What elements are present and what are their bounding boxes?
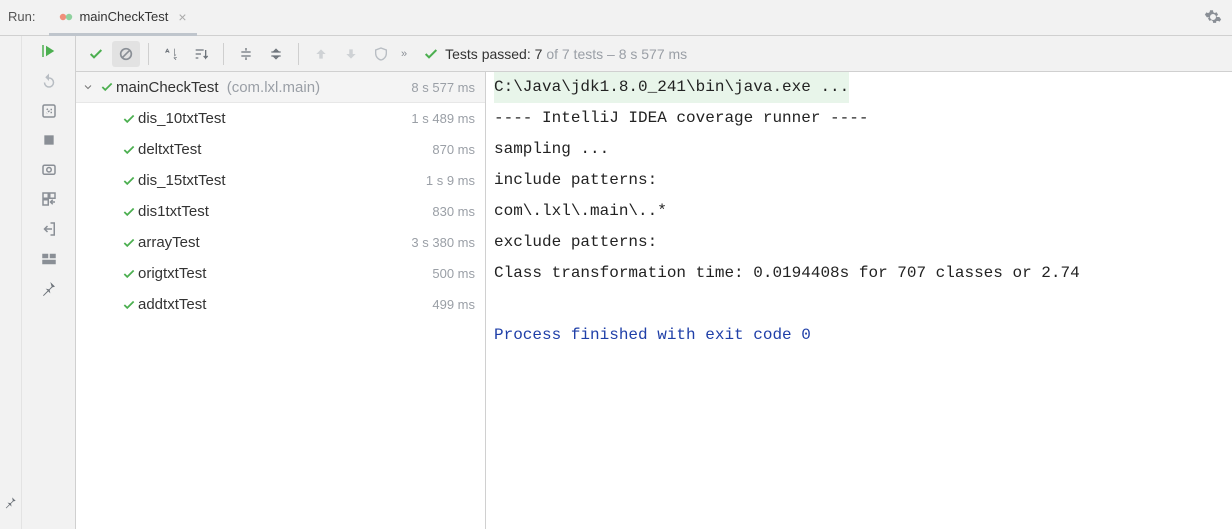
- check-icon: [120, 298, 138, 312]
- close-icon[interactable]: ×: [178, 9, 186, 25]
- gear-icon[interactable]: [1204, 8, 1222, 26]
- exit-icon[interactable]: [40, 220, 58, 238]
- check-icon: [120, 174, 138, 188]
- run-config-icon: [59, 10, 73, 24]
- run-titlebar: Run: mainCheckTest ×: [0, 0, 1232, 36]
- restore-layout-icon[interactable]: [40, 190, 58, 208]
- console-line: include patterns:: [494, 171, 657, 189]
- console-line: com\.lxl\.main\..*: [494, 202, 667, 220]
- test-name: dis_15txtTest: [138, 172, 426, 189]
- test-time: 870 ms: [432, 142, 475, 157]
- test-name: addtxtTest: [138, 296, 432, 313]
- test-time: 3 s 380 ms: [411, 235, 475, 250]
- console-output[interactable]: C:\Java\jdk1.8.0_241\bin\java.exe ... --…: [486, 72, 1232, 529]
- test-tree[interactable]: mainCheckTest (com.lxl.main) 8 s 577 ms …: [76, 72, 486, 529]
- rerun-failed-icon[interactable]: [40, 72, 58, 90]
- layout-icon[interactable]: [40, 250, 58, 268]
- test-name: arrayTest: [138, 234, 411, 251]
- sort-duration-icon[interactable]: [187, 41, 215, 67]
- prev-failed-icon[interactable]: [307, 41, 335, 67]
- test-time: 1 s 489 ms: [411, 111, 475, 126]
- root-time: 8 s 577 ms: [411, 80, 475, 95]
- run-label: Run:: [8, 0, 35, 24]
- tree-test-row[interactable]: dis1txtTest 830 ms: [76, 196, 485, 227]
- console-line: sampling ...: [494, 140, 609, 158]
- console-command: C:\Java\jdk1.8.0_241\bin\java.exe ...: [494, 72, 849, 103]
- test-toolbar: » Tests passed: 7 of 7 tests – 8 s 577 m…: [76, 36, 1232, 72]
- run-tab[interactable]: mainCheckTest ×: [49, 0, 196, 36]
- check-icon: [120, 143, 138, 157]
- content-column: » Tests passed: 7 of 7 tests – 8 s 577 m…: [76, 36, 1232, 529]
- root-test-name: mainCheckTest: [116, 79, 219, 96]
- pin-icon[interactable]: [4, 495, 18, 509]
- console-line: exclude patterns:: [494, 233, 657, 251]
- tree-test-row[interactable]: addtxtTest 499 ms: [76, 289, 485, 320]
- pin-icon[interactable]: [41, 280, 57, 296]
- stop-icon[interactable]: [41, 132, 57, 148]
- console-exit-line: Process finished with exit code 0: [494, 326, 811, 344]
- test-time: 830 ms: [432, 204, 475, 219]
- results-body: mainCheckTest (com.lxl.main) 8 s 577 ms …: [76, 72, 1232, 529]
- total-duration: 8 s 577 ms: [619, 46, 687, 62]
- test-time: 499 ms: [432, 297, 475, 312]
- test-name: deltxtTest: [138, 141, 432, 158]
- sort-alpha-icon[interactable]: [157, 41, 185, 67]
- console-line: Class transformation time: 0.0194408s fo…: [494, 264, 1080, 282]
- test-name: origtxtTest: [138, 265, 432, 282]
- root-package: (com.lxl.main): [227, 79, 320, 96]
- expand-all-icon[interactable]: [232, 41, 260, 67]
- check-icon: [423, 46, 439, 62]
- toggle-auto-test-icon[interactable]: [40, 102, 58, 120]
- run-tab-title: mainCheckTest: [79, 9, 168, 24]
- chevron-down-icon[interactable]: [82, 81, 98, 93]
- tree-test-row[interactable]: deltxtTest 870 ms: [76, 134, 485, 165]
- more-icon[interactable]: »: [397, 48, 411, 60]
- test-time: 1 s 9 ms: [426, 173, 475, 188]
- shield-icon[interactable]: [367, 41, 395, 67]
- tree-test-row[interactable]: arrayTest 3 s 380 ms: [76, 227, 485, 258]
- dash: –: [607, 46, 615, 62]
- show-ignored-icon[interactable]: [112, 41, 140, 67]
- check-icon: [120, 267, 138, 281]
- check-icon: [120, 112, 138, 126]
- dump-threads-icon[interactable]: [40, 160, 58, 178]
- tree-test-row[interactable]: dis_10txtTest 1 s 489 ms: [76, 103, 485, 134]
- passed-count: 7: [535, 46, 543, 62]
- run-gutter: [22, 36, 76, 529]
- next-failed-icon[interactable]: [337, 41, 365, 67]
- tree-test-row[interactable]: origtxtTest 500 ms: [76, 258, 485, 289]
- check-icon: [120, 236, 138, 250]
- tree-test-row[interactable]: dis_15txtTest 1 s 9 ms: [76, 165, 485, 196]
- tree-root-row[interactable]: mainCheckTest (com.lxl.main) 8 s 577 ms: [76, 72, 485, 103]
- show-passed-icon[interactable]: [82, 41, 110, 67]
- test-status: Tests passed: 7 of 7 tests – 8 s 577 ms: [423, 46, 687, 62]
- status-prefix: Tests passed:: [445, 46, 531, 62]
- check-icon: [120, 205, 138, 219]
- collapse-all-icon[interactable]: [262, 41, 290, 67]
- test-time: 500 ms: [432, 266, 475, 281]
- rerun-icon[interactable]: [40, 42, 58, 60]
- of-tests: of 7 tests: [546, 46, 603, 62]
- check-icon: [98, 80, 116, 94]
- test-name: dis1txtTest: [138, 203, 432, 220]
- console-line: ---- IntelliJ IDEA coverage runner ----: [494, 109, 868, 127]
- side-tool-strip: [0, 36, 22, 529]
- test-name: dis_10txtTest: [138, 110, 411, 127]
- main-area: » Tests passed: 7 of 7 tests – 8 s 577 m…: [0, 36, 1232, 529]
